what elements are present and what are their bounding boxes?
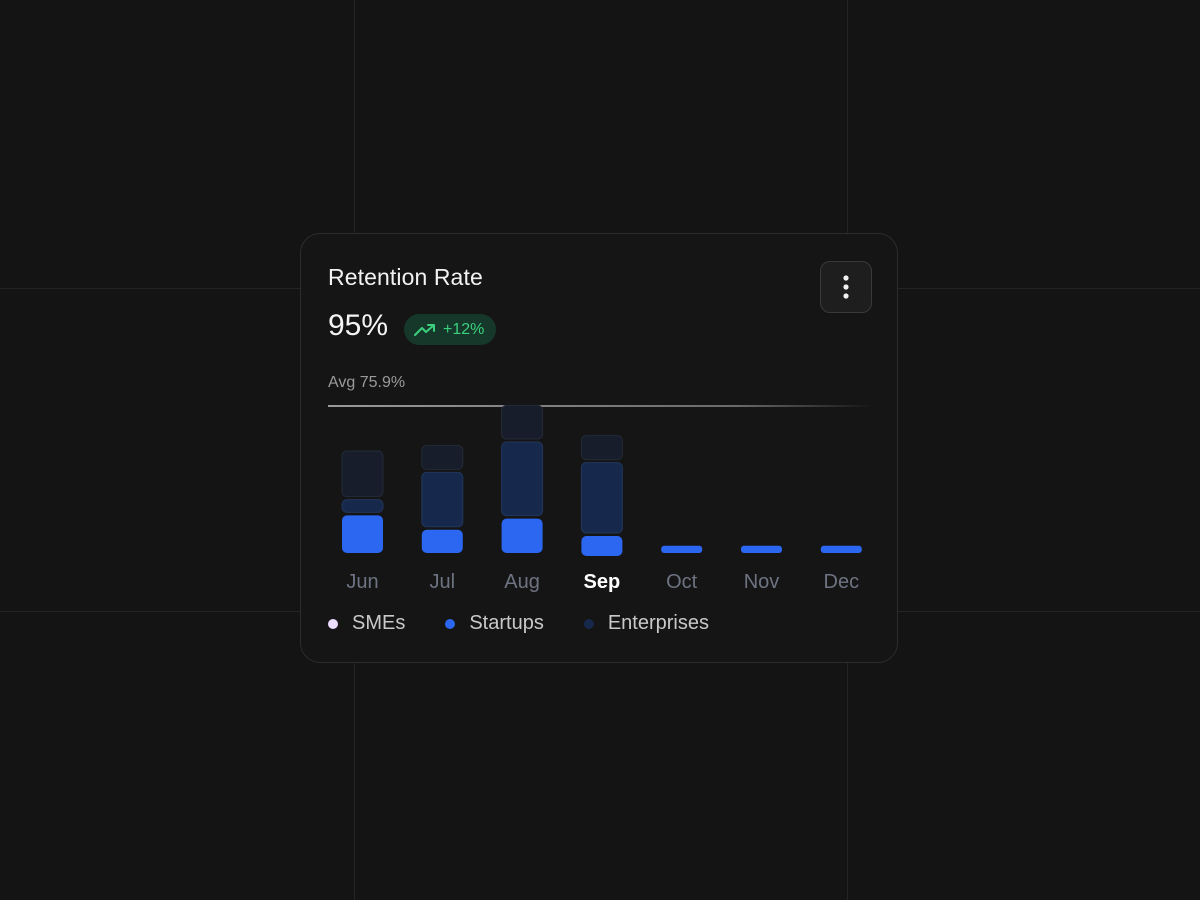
bar-segment-startups[interactable] bbox=[501, 518, 543, 553]
legend-dot bbox=[328, 618, 338, 629]
retention-bar-chart: Avg 75.9% Jun Jul Aug Sep Oct Nov Dec bbox=[328, 374, 873, 593]
legend-dot bbox=[445, 618, 456, 629]
bar-segment-top[interactable] bbox=[501, 404, 544, 440]
bar-segment-startups[interactable] bbox=[342, 515, 383, 553]
legend-item-startups[interactable]: Startups bbox=[445, 612, 544, 635]
legend-label: Startups bbox=[469, 612, 544, 634]
bars-group bbox=[341, 404, 862, 556]
x-tick-label: Aug bbox=[504, 571, 540, 593]
bar-segment-top[interactable] bbox=[580, 435, 623, 461]
x-axis-labels: Jun Jul Aug Sep Oct Nov Dec bbox=[346, 571, 859, 593]
average-line bbox=[328, 405, 873, 407]
legend-label: SMEs bbox=[352, 612, 406, 634]
bar-segment-enterprises[interactable] bbox=[501, 441, 544, 517]
legend-item-enterprises[interactable]: Enterprises bbox=[583, 612, 709, 635]
bar-segment-enterprises[interactable] bbox=[421, 471, 464, 528]
legend-label: Enterprises bbox=[607, 612, 709, 634]
bar-segment-startups[interactable] bbox=[661, 545, 703, 553]
chart-legend: SMEs Startups Enterprises bbox=[328, 612, 709, 635]
bar-segment-top[interactable] bbox=[421, 444, 464, 470]
bar-segment-enterprises[interactable] bbox=[341, 499, 384, 513]
bar-segment-enterprises[interactable] bbox=[580, 462, 623, 534]
bar-segment-startups[interactable] bbox=[820, 545, 862, 553]
average-label: Avg 75.9% bbox=[328, 374, 405, 391]
bar-segment-startups[interactable] bbox=[421, 529, 463, 553]
bar-segment-startups[interactable] bbox=[741, 545, 782, 553]
bar-segment-startups[interactable] bbox=[581, 536, 623, 556]
x-tick-label: Dec bbox=[824, 571, 860, 593]
legend-item-smes[interactable]: SMEs bbox=[328, 612, 405, 635]
bar-segment-top[interactable] bbox=[341, 450, 384, 498]
x-tick-label: Sep bbox=[584, 571, 621, 593]
x-tick-label: Jul bbox=[430, 571, 456, 593]
legend-dot bbox=[583, 618, 594, 629]
x-tick-label: Jun bbox=[346, 571, 378, 593]
retention-rate-card: Retention Rate 95% +12% Avg 75.9% Jun Jul… bbox=[300, 233, 898, 663]
x-tick-label: Oct bbox=[666, 571, 698, 593]
x-tick-label: Nov bbox=[744, 571, 780, 593]
